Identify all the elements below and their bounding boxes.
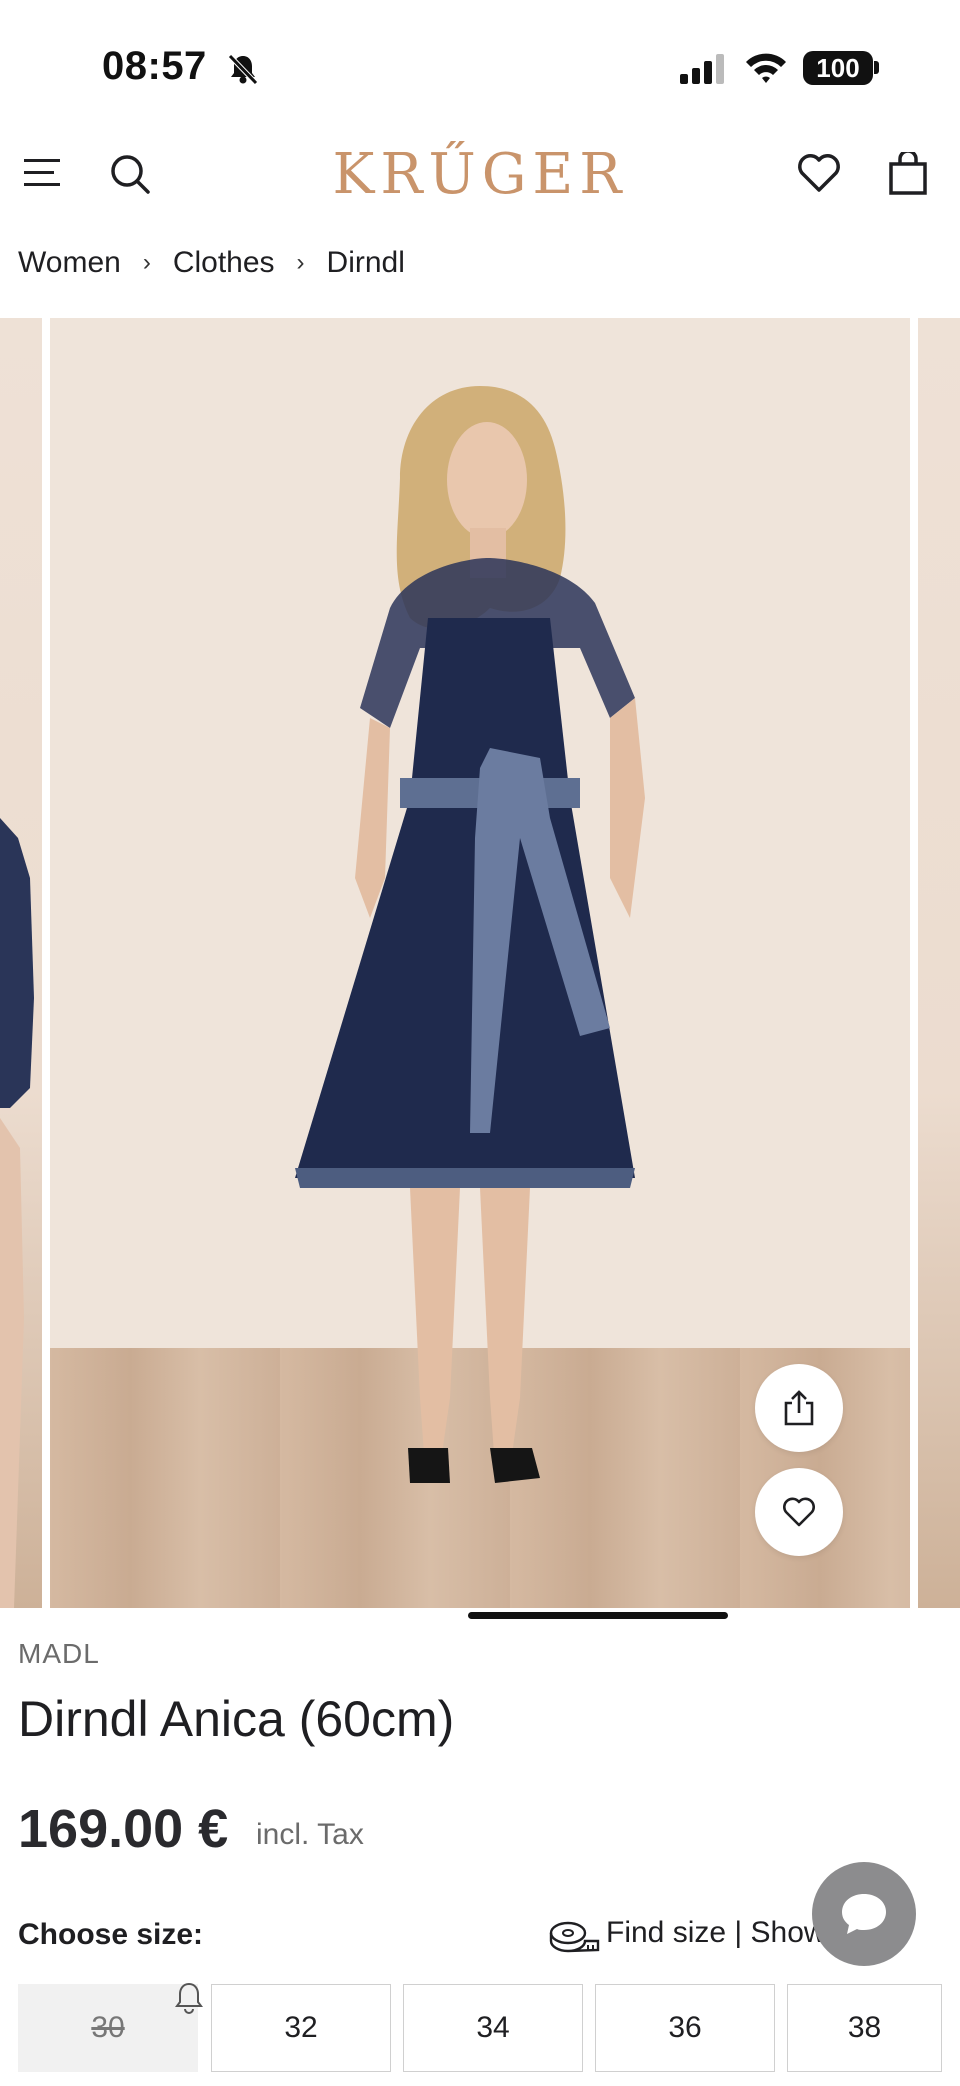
size-option-34[interactable]: 34 bbox=[403, 1984, 583, 2072]
favorite-button[interactable] bbox=[755, 1468, 843, 1556]
bell-icon[interactable] bbox=[174, 1980, 204, 2019]
size-option-36[interactable]: 36 bbox=[595, 1984, 775, 2072]
share-icon bbox=[784, 1390, 814, 1426]
breadcrumb-dirndl[interactable]: Dirndl bbox=[327, 246, 405, 280]
chevron-right-icon: › bbox=[142, 249, 151, 276]
status-time: 08:57 bbox=[102, 44, 207, 88]
measuring-tape-icon[interactable] bbox=[548, 1920, 600, 1959]
size-option-38[interactable]: 38 bbox=[787, 1984, 942, 2072]
size-option-32[interactable]: 32 bbox=[211, 1984, 391, 2072]
tax-note: incl. Tax bbox=[256, 1818, 364, 1851]
search-icon[interactable] bbox=[108, 152, 152, 201]
brand-logo[interactable]: KRŰGER bbox=[320, 140, 640, 210]
chat-button[interactable] bbox=[812, 1862, 916, 1966]
breadcrumb: Women › Clothes › Dirndl bbox=[18, 246, 405, 280]
gallery-scroll-indicator bbox=[468, 1612, 728, 1619]
chat-icon bbox=[842, 1894, 886, 1934]
gallery-slide-previous[interactable] bbox=[0, 318, 42, 1608]
breadcrumb-women[interactable]: Women bbox=[18, 246, 121, 280]
find-size-text: Find size | Show bbox=[606, 1916, 826, 1949]
product-brand[interactable]: MADL bbox=[18, 1638, 100, 1670]
breadcrumb-clothes[interactable]: Clothes bbox=[173, 246, 275, 280]
share-button[interactable] bbox=[755, 1364, 843, 1452]
signal-icon bbox=[680, 54, 728, 89]
heart-icon[interactable] bbox=[796, 152, 842, 199]
menu-icon[interactable] bbox=[22, 155, 62, 191]
battery-tip bbox=[874, 61, 879, 74]
heart-icon bbox=[783, 1497, 815, 1527]
product-title: Dirndl Anica (60cm) bbox=[18, 1691, 455, 1747]
bell-muted-icon bbox=[226, 52, 260, 91]
choose-size-label: Choose size: bbox=[18, 1918, 204, 1951]
gallery-slide-next[interactable] bbox=[918, 318, 960, 1608]
size-option-30[interactable]: 30 bbox=[18, 1984, 198, 2072]
wifi-icon bbox=[744, 50, 788, 89]
battery-indicator: 100 bbox=[803, 51, 873, 85]
product-price: 169.00 € bbox=[18, 1799, 229, 1859]
shopping-bag-icon[interactable] bbox=[888, 149, 928, 201]
chevron-right-icon: › bbox=[296, 249, 305, 276]
